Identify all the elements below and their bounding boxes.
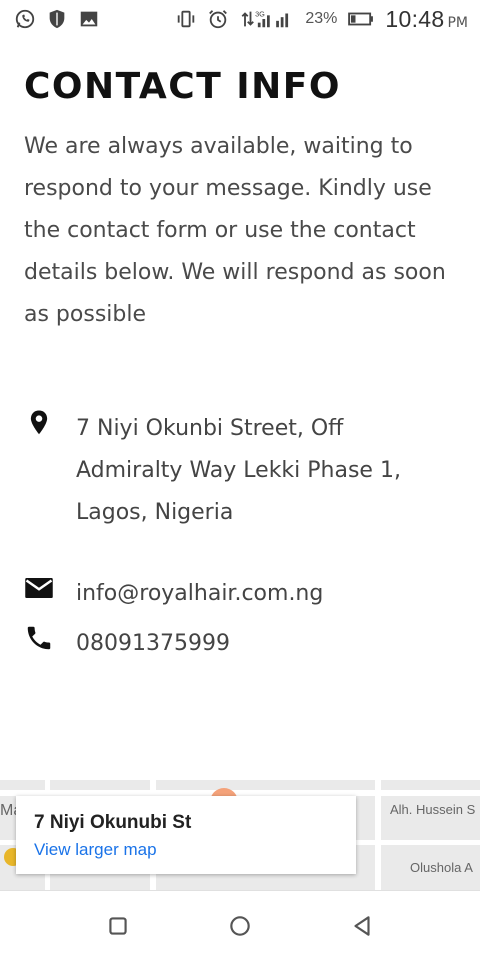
alarm-icon [207, 8, 229, 30]
email-row[interactable]: info@royalhair.com.ng [24, 573, 446, 615]
circle-icon [230, 916, 250, 936]
signal-icon: 3G [239, 8, 295, 30]
status-bar: 3G 23% 10:48 PM [0, 0, 480, 38]
status-bar-right: 3G 23% 10:48 PM [175, 6, 468, 33]
intro-paragraph: We are always available, waiting to resp… [24, 134, 446, 327]
vibrate-icon [175, 8, 197, 30]
battery-icon [347, 8, 375, 30]
network-type-label: 3G [255, 9, 265, 18]
recents-button[interactable] [105, 913, 131, 939]
map-place-title: 7 Niyi Okunubi St [34, 812, 192, 833]
address-text: 7 Niyi Okunbi Street, Off Admiralty Way … [76, 416, 401, 525]
map-info-card: 7 Niyi Okunubi St View larger map [16, 796, 356, 874]
clock-time: 10:48 [385, 5, 445, 32]
phone-link[interactable]: 08091375999 [76, 623, 446, 665]
triangle-back-icon [354, 916, 370, 936]
embedded-map[interactable]: Ma Alh. Hussein S Olushola A 7 Niyi Okun… [0, 780, 480, 890]
view-larger-map-link[interactable]: View larger map [34, 840, 157, 860]
navigation-bar [0, 890, 480, 961]
battery-percent: 23% [305, 10, 338, 27]
shield-icon [46, 8, 68, 30]
map-street-label: Olushola A [410, 860, 473, 875]
map-road [375, 780, 381, 890]
page-title: CONTACT INFO [24, 66, 342, 107]
image-icon [78, 8, 100, 30]
clock-ampm: PM [447, 14, 468, 31]
email-link[interactable]: info@royalhair.com.ng [76, 573, 446, 615]
home-button[interactable] [227, 913, 253, 939]
back-button[interactable] [349, 913, 375, 939]
address-row: 7 Niyi Okunbi Street, Off Admiralty Way … [24, 408, 446, 534]
whatsapp-icon [14, 8, 36, 30]
envelope-icon [24, 573, 54, 603]
clock: 10:48 PM [385, 6, 468, 33]
phone-icon [24, 623, 54, 653]
phone-row[interactable]: 08091375999 [24, 623, 446, 665]
map-street-label: Alh. Hussein S [390, 802, 476, 817]
status-bar-left [14, 8, 100, 30]
map-pin-icon [24, 408, 54, 438]
square-icon [109, 917, 127, 935]
